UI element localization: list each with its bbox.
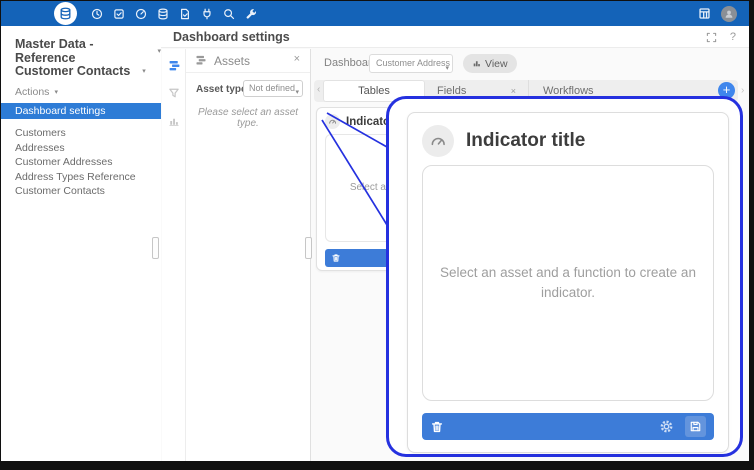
tabs-scroll-left-icon[interactable]: ‹ [317, 84, 320, 95]
gauge-icon [422, 125, 454, 157]
asset-type-select[interactable]: Not defined ▾ [243, 80, 303, 97]
audit-icon[interactable] [179, 8, 191, 20]
indicator-card-footer [422, 413, 714, 440]
view-button-label: View [485, 58, 508, 70]
app-window: Master Data - Reference ▾ Customer Conta… [1, 1, 749, 461]
database-icon [59, 7, 72, 20]
chevron-down-icon: ▾ [54, 88, 58, 96]
assets-tree-icon[interactable] [162, 53, 186, 77]
assets-tree-icon [195, 54, 207, 66]
assets-panel: Assets × Asset type Not defined ▾ Please… [186, 49, 311, 461]
close-icon[interactable]: × [294, 53, 300, 65]
save-icon[interactable] [685, 416, 706, 437]
funnel-icon[interactable] [162, 81, 186, 105]
indicator-card-title: Indicator title [466, 130, 585, 152]
zoom-callout: Indicator title Select an asset and a fu… [386, 96, 743, 457]
chevron-down-icon: ▾ [295, 85, 299, 97]
data-icon[interactable] [157, 8, 169, 20]
sidebar-scrollbar[interactable] [152, 237, 159, 259]
section-selector[interactable]: Customer Contacts ▾ [15, 64, 146, 78]
actions-label: Actions [15, 86, 49, 98]
workspace-selector[interactable]: Master Data - Reference ▾ [15, 37, 161, 65]
assets-empty-message: Please select an asset type. [186, 107, 310, 129]
sidebar-item-addresses[interactable]: Addresses [15, 141, 136, 156]
trash-icon[interactable] [430, 420, 444, 434]
topbar-module-icons [91, 1, 257, 26]
grid-icon[interactable] [698, 7, 711, 20]
chevron-down-icon: ▾ [445, 60, 449, 73]
left-sidebar: Master Data - Reference ▾ Customer Conta… [1, 26, 162, 461]
chart-icon[interactable] [162, 109, 186, 133]
top-navigation-bar [1, 1, 749, 26]
gauge-icon [325, 114, 340, 129]
gauge-icon[interactable] [135, 8, 147, 20]
section-name: Customer Contacts [15, 64, 130, 78]
sidebar-item-customers[interactable]: Customers [15, 126, 136, 141]
assets-panel-title: Assets [214, 54, 250, 68]
help-icon[interactable]: ? [730, 31, 736, 43]
assets-panel-scrollbar[interactable] [305, 237, 312, 259]
asset-type-label: Asset type [196, 84, 247, 95]
dashboard-select[interactable]: Customer Address Datase ▾ [369, 54, 453, 73]
page-header: Dashboard settings ? [161, 26, 749, 48]
page-title: Dashboard settings [173, 30, 290, 44]
dashboard-selector-row: Dashboard Customer Address Datase ▾ View [312, 48, 749, 78]
fullscreen-icon[interactable] [706, 32, 717, 43]
sidebar-item-address-types-reference[interactable]: Address Types Reference [15, 170, 136, 185]
sidebar-item-customer-addresses[interactable]: Customer Addresses [15, 155, 136, 170]
gear-icon[interactable] [659, 419, 674, 434]
indicator-card-body: Select an asset and a function to create… [422, 165, 714, 401]
assets-panel-header: Assets × [186, 49, 310, 73]
wrench-icon[interactable] [245, 8, 257, 20]
chevron-down-icon: ▾ [142, 67, 146, 75]
search-icon[interactable] [223, 8, 235, 20]
sidebar-item-list: Customers Addresses Customer Addresses A… [15, 126, 136, 199]
workspace-name: Master Data - Reference [15, 37, 145, 65]
panel-icon-rail [162, 49, 186, 461]
view-chart-icon [472, 59, 481, 68]
indicator-card-message: Select an asset and a function to create… [436, 263, 700, 304]
asset-type-value: Not defined [249, 83, 295, 93]
view-button[interactable]: View [463, 54, 517, 73]
trash-icon[interactable] [331, 253, 341, 263]
active-module-badge[interactable] [54, 2, 77, 25]
actions-menu[interactable]: Actions ▾ [15, 86, 58, 98]
tab-tables-label: Tables [358, 85, 390, 97]
user-avatar[interactable] [721, 6, 737, 22]
clock-icon[interactable] [91, 8, 103, 20]
tabs-scroll-right-icon[interactable]: › [741, 85, 744, 96]
plug-icon[interactable] [201, 8, 213, 20]
indicator-card-zoomed: Indicator title Select an asset and a fu… [407, 112, 729, 453]
approvals-icon[interactable] [113, 8, 125, 20]
dashboard-select-value: Customer Address Datase [376, 58, 453, 68]
sidebar-item-dashboard-settings[interactable]: Dashboard settings [1, 103, 161, 119]
topbar-right [698, 1, 737, 26]
sidebar-item-customer-contacts[interactable]: Customer Contacts [15, 184, 136, 199]
